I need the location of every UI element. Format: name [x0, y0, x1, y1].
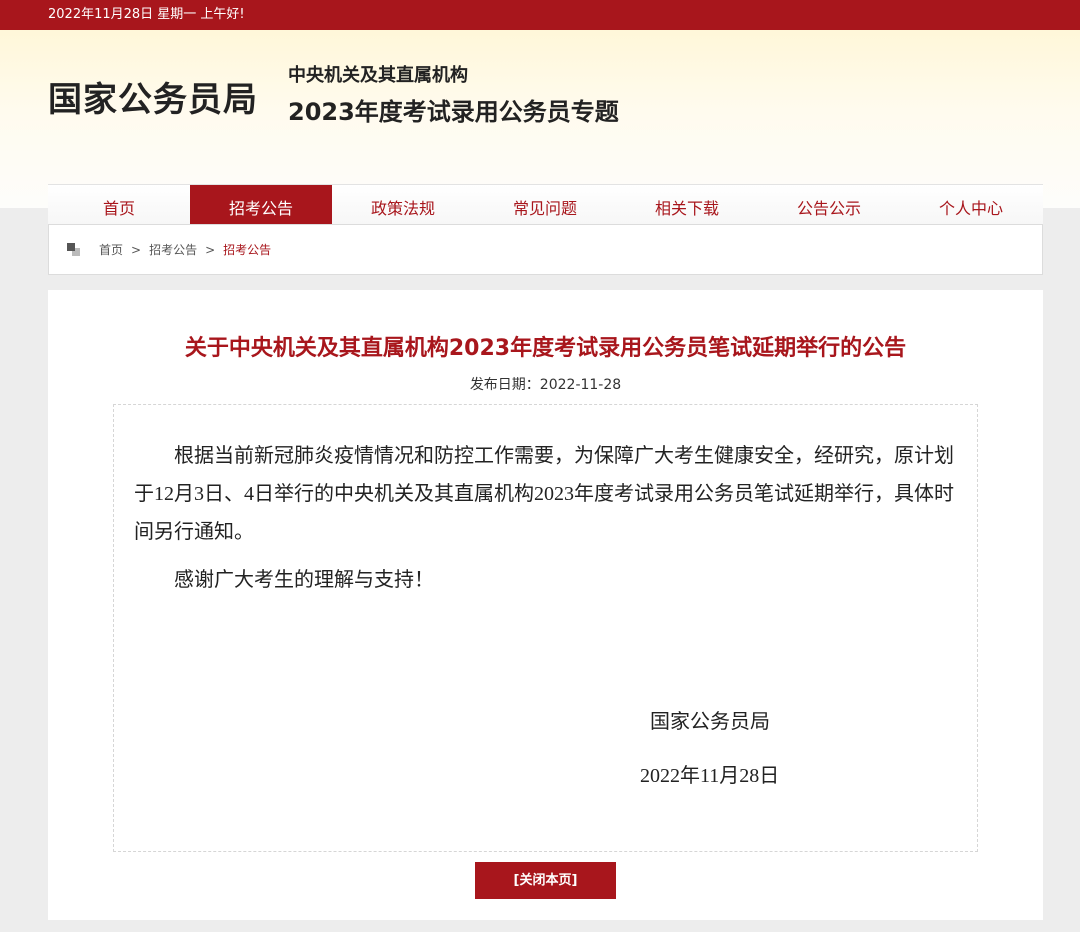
article-paragraph: 感谢广大考生的理解与支持！ — [174, 569, 434, 591]
header-subtitle-line2: 2023年度考试录用公务员专题 — [288, 98, 619, 126]
site-logo-text: 国家公务员局 — [48, 80, 258, 120]
breadcrumb-separator: > — [205, 242, 216, 257]
top-date-bar: 2022年11月28日 星期一 上午好! — [0, 0, 1080, 30]
site-header: 国家公务员局 中央机关及其直属机构 2023年度考试录用公务员专题 首页 招考公… — [0, 30, 1080, 239]
signature-organization: 国家公务员局 — [650, 711, 770, 733]
article-body: 根据当前新冠肺炎疫情情况和防控工作需要，为保障广大考生健康安全，经研究，原计划于… — [113, 404, 978, 852]
publish-date: 发布日期：2022-11-28 — [469, 377, 622, 393]
breadcrumb-home-link[interactable]: 首页 — [99, 241, 123, 258]
article-container: 关于中央机关及其直属机构2023年度考试录用公务员笔试延期举行的公告 发布日期：… — [48, 290, 1043, 920]
breadcrumb-current[interactable]: 招考公告 — [223, 241, 271, 258]
date-greeting: 2022年11月28日 星期一 上午好! — [48, 7, 245, 22]
close-page-button[interactable]: [关闭本页] — [475, 862, 616, 899]
breadcrumb-announcements-link[interactable]: 招考公告 — [149, 241, 197, 258]
breadcrumb-separator: > — [131, 242, 142, 257]
breadcrumb: 首页 > 招考公告 > 招考公告 — [48, 224, 1043, 275]
article-paragraph: 根据当前新冠肺炎疫情情况和防控工作需要，为保障广大考生健康安全，经研究，原计划于… — [134, 445, 954, 543]
header-subtitle-line1: 中央机关及其直属机构 — [288, 65, 468, 86]
home-squares-icon — [67, 242, 81, 257]
signature-date: 2022年11月28日 — [640, 765, 780, 787]
article-title: 关于中央机关及其直属机构2023年度考试录用公务员笔试延期举行的公告 — [184, 336, 907, 361]
